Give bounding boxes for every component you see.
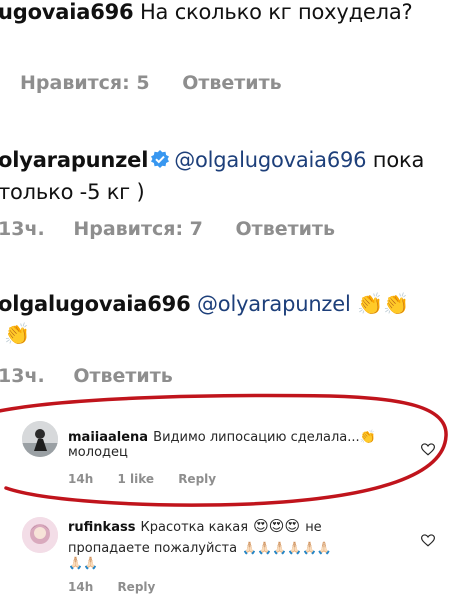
heart-icon[interactable] xyxy=(420,441,436,460)
comment-text: Красотка какая xyxy=(140,520,249,535)
heart-icon[interactable] xyxy=(420,532,436,551)
comment-text: Видимо липосацию сделала...👏 xyxy=(153,430,376,445)
comment-text: пропадаете пожалуйста xyxy=(68,541,238,556)
heart-eyes-emoji: 😍😍😍 xyxy=(253,517,301,535)
comment-text-line2: молодец xyxy=(68,445,128,460)
comment-5-actions: 14h Reply xyxy=(68,580,175,594)
reply-button[interactable]: Ответить xyxy=(73,365,172,387)
comment-username[interactable]: rufinkass xyxy=(68,520,135,535)
comment-username[interactable]: maiiaalena xyxy=(68,430,148,445)
likes-count[interactable]: Нравится: 5 xyxy=(20,72,150,94)
reply-button[interactable]: Ответить xyxy=(236,218,335,240)
reply-button[interactable]: Ответить xyxy=(182,72,281,94)
clap-emoji-line2: 👏 xyxy=(4,322,30,346)
avatar[interactable] xyxy=(22,517,58,553)
comment-time: 13ч. xyxy=(0,218,45,240)
reply-button[interactable]: Reply xyxy=(178,472,216,486)
comment-username[interactable]: ugovaia696 xyxy=(0,0,134,24)
comment-time: 14h xyxy=(68,580,94,594)
comment-text: На сколько кг похудела? xyxy=(139,0,413,24)
mention-link[interactable]: @olyarapunzel xyxy=(197,292,351,316)
likes-count[interactable]: 1 like xyxy=(117,472,154,486)
comment-1-text-row: ugovaia696 На сколько кг похудела? xyxy=(0,0,413,24)
likes-count[interactable]: Нравится: 7 xyxy=(73,218,203,240)
verified-badge-icon xyxy=(150,149,170,174)
reply-button[interactable]: Reply xyxy=(117,580,155,594)
comment-text-line2: только -5 кг ) xyxy=(0,180,145,204)
comment-time: 14h xyxy=(68,472,94,486)
comment-3-text-row: olgalugovaia696 @olyarapunzel 👏👏 xyxy=(0,292,409,317)
comment-1-actions: Нравится: 5 Ответить xyxy=(20,72,308,94)
pray-emoji: 🙏🏻🙏🏻🙏🏻🙏🏻🙏🏻🙏🏻 xyxy=(242,541,332,555)
comment-4-text-row: maiiaalena Видимо липосацию сделала...👏 xyxy=(68,426,376,445)
comment-username[interactable]: olyarapunzel xyxy=(0,148,148,172)
comment-2-actions: 13ч. Нравится: 7 Ответить xyxy=(0,218,361,240)
avatar[interactable] xyxy=(22,421,58,457)
comment-5-text-row2: пропадаете пожалуйста 🙏🏻🙏🏻🙏🏻🙏🏻🙏🏻🙏🏻 xyxy=(68,537,332,556)
comment-time: 13ч. xyxy=(0,365,45,387)
comment-4-actions: 14h 1 like Reply xyxy=(68,472,236,486)
comment-5-text-row: rufinkass Красотка какая 😍😍😍 не xyxy=(68,516,322,535)
comment-username[interactable]: olgalugovaia696 xyxy=(0,292,191,316)
comment-text: пока xyxy=(372,148,425,172)
pray-emoji-line3: 🙏🏻🙏🏻 xyxy=(68,556,98,570)
comment-text: не xyxy=(305,520,322,535)
comment-3-actions: 13ч. Ответить xyxy=(0,365,199,387)
clap-emoji: 👏👏 xyxy=(357,292,409,316)
mention-link[interactable]: @olgalugovaia696 xyxy=(174,148,366,172)
comment-2-text-row: olyarapunzel @olgalugovaia696 пока xyxy=(0,148,424,174)
